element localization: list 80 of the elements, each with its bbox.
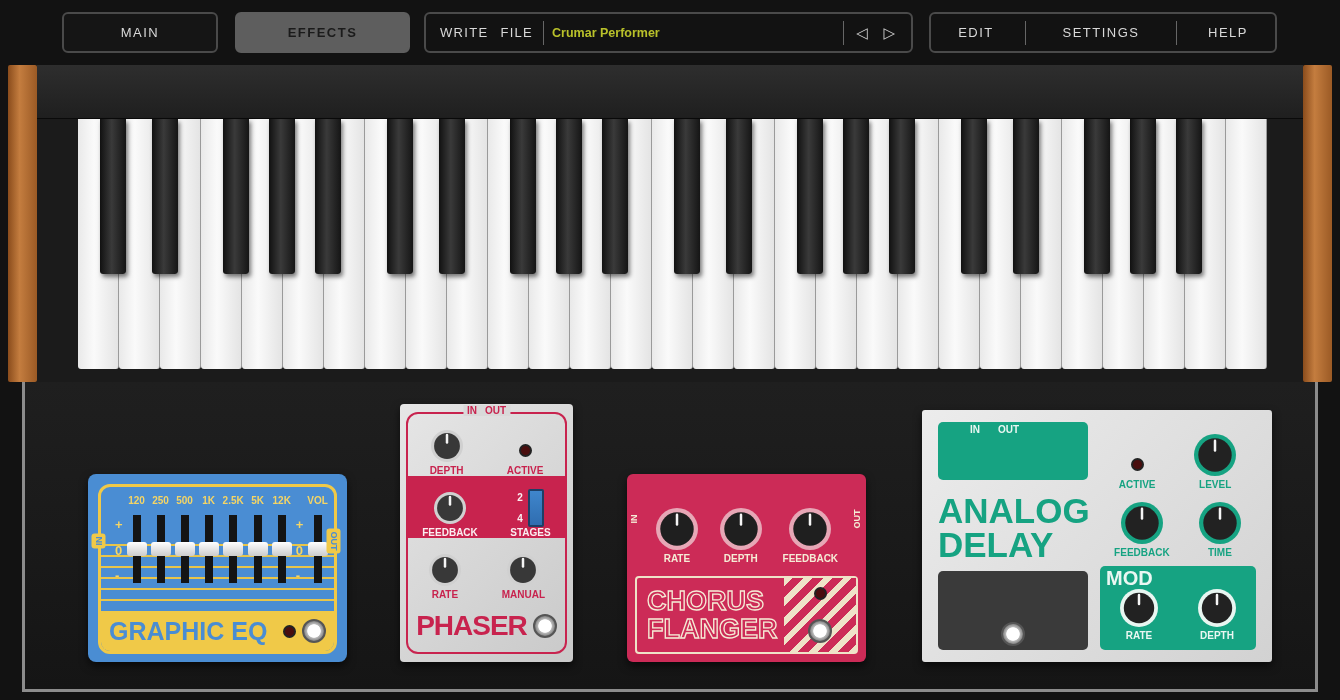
- knob[interactable]: [1119, 588, 1159, 628]
- knob-label: LEVEL: [1199, 479, 1232, 490]
- output-label: OUT: [998, 424, 1020, 437]
- slider-thumb[interactable]: [198, 542, 219, 556]
- knob[interactable]: [433, 491, 468, 525]
- stages-label: STAGES: [510, 527, 551, 538]
- knob[interactable]: [1119, 501, 1164, 545]
- active-label: ACTIVE: [506, 465, 544, 476]
- menu-button[interactable]: WRITE: [434, 21, 495, 44]
- footswitch[interactable]: [532, 614, 557, 638]
- footswitch[interactable]: [302, 619, 326, 643]
- band-label: 500: [176, 495, 193, 508]
- knob-label: RATE: [1125, 630, 1153, 641]
- knob[interactable]: [654, 507, 699, 551]
- knob-label: FEEDBACK: [782, 553, 839, 564]
- knob[interactable]: [788, 507, 833, 551]
- footswitch[interactable]: [1001, 622, 1025, 646]
- input-label: IN: [466, 405, 477, 416]
- slider-thumb[interactable]: [223, 542, 244, 556]
- stage-option: 2: [517, 492, 523, 503]
- band-label: 12K: [272, 495, 291, 508]
- pedal-title: DELAY: [938, 528, 1055, 563]
- slider-thumb[interactable]: [247, 542, 268, 556]
- mod-title: MOD: [1106, 568, 1153, 588]
- knob-label: DEPTH: [723, 553, 758, 564]
- input-label: IN: [91, 533, 106, 549]
- scale-mark: +: [295, 517, 304, 532]
- tab[interactable]: MAIN: [62, 12, 218, 53]
- slider-thumb[interactable]: [126, 542, 147, 556]
- next-button[interactable]: ▷: [875, 21, 903, 44]
- stage-option: 4: [517, 513, 523, 524]
- band-label: 250: [152, 495, 169, 508]
- knob[interactable]: [1197, 588, 1237, 628]
- menu-button[interactable]: EDIT: [931, 24, 1021, 41]
- previous-button[interactable]: ◁: [847, 21, 876, 44]
- stages-switch[interactable]: [527, 489, 544, 527]
- knob[interactable]: [427, 553, 462, 587]
- menu-button[interactable]: SETTINGS: [1030, 24, 1172, 41]
- slider-thumb[interactable]: [271, 542, 292, 556]
- output-label: OUT: [851, 509, 862, 529]
- active-label: ACTIVE: [1118, 479, 1156, 490]
- knob-label: MANUAL: [501, 589, 546, 600]
- band-label: 120: [128, 495, 145, 508]
- slider-thumb[interactable]: [174, 542, 195, 556]
- scale-mark: -: [295, 568, 302, 583]
- knob-label: DEPTH: [1200, 630, 1234, 641]
- knob-label: FEEDBACK: [422, 527, 478, 538]
- knob-label: RATE: [431, 589, 459, 600]
- pedal-title: PHASER: [416, 610, 527, 642]
- pedal-title: GRAPHIC EQ: [109, 616, 269, 646]
- knob-label: TIME: [1207, 547, 1232, 558]
- scale-mark: 0: [295, 542, 304, 558]
- slider-thumb[interactable]: [150, 542, 171, 556]
- band-label: 1K: [202, 495, 215, 508]
- scale-mark: 0: [115, 542, 123, 558]
- menu-button[interactable]: HELP: [1181, 24, 1275, 41]
- band-label: 5K: [251, 495, 265, 508]
- scale-mark: -: [115, 568, 121, 583]
- input-label: IN: [970, 424, 980, 437]
- preset-name[interactable]: Crumar Performer: [548, 25, 839, 40]
- pedal-title: CHORUS: [647, 586, 765, 615]
- input-label: IN: [628, 514, 639, 524]
- piano-keyboard-drawing[interactable]: [78, 119, 1267, 371]
- band-label: VOL: [307, 495, 328, 508]
- pedal-title: ANALOG: [938, 494, 1088, 529]
- band-label: 2.5K: [222, 495, 244, 508]
- scale-mark: +: [115, 517, 123, 532]
- knob-label: RATE: [663, 553, 691, 564]
- knob[interactable]: [1193, 433, 1238, 477]
- knob-label: DEPTH: [429, 465, 464, 476]
- slider-thumb[interactable]: [307, 542, 328, 556]
- footswitch[interactable]: [808, 618, 832, 643]
- knob[interactable]: [429, 429, 464, 463]
- pedal-title: FLANGER: [647, 615, 779, 644]
- knob[interactable]: [1197, 501, 1242, 545]
- output-label: OUT: [326, 528, 341, 554]
- knob[interactable]: [718, 507, 763, 551]
- menu-button[interactable]: FILE: [494, 21, 540, 44]
- output-label: OUT: [484, 405, 507, 416]
- knob-label: FEEDBACK: [1114, 547, 1170, 558]
